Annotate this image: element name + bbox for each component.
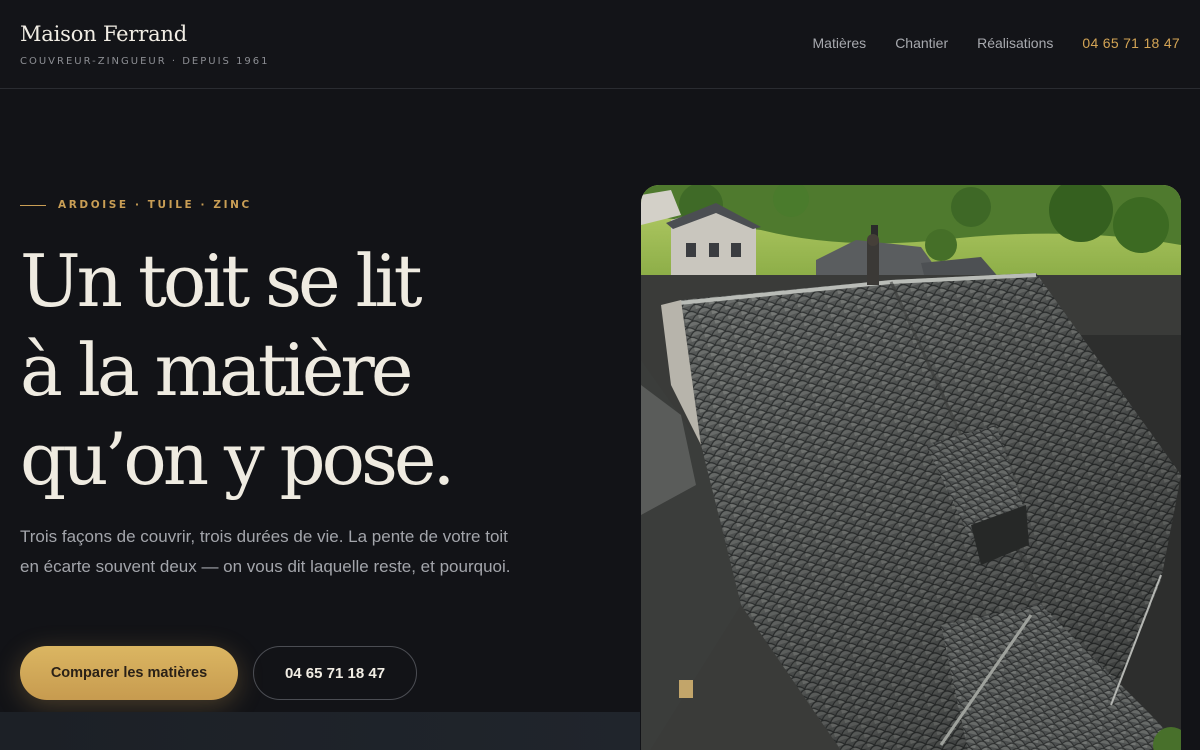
brand[interactable]: Maison Ferrand COUVREUR-ZINGUEUR · DEPUI… — [20, 22, 270, 67]
hero-headline: Un toit se lit à la matière qu’on y pose… — [20, 237, 620, 504]
brand-tagline: COUVREUR-ZINGUEUR · DEPUIS 1961 — [20, 56, 270, 67]
page: Maison Ferrand COUVREUR-ZINGUEUR · DEPUI… — [0, 0, 1200, 750]
hero-eyebrow: ARDOISE · TUILE · ZINC — [20, 199, 252, 211]
eyebrow-text: ARDOISE · TUILE · ZINC — [58, 199, 252, 211]
headline-line-2: à la matière — [20, 328, 413, 412]
headline-line-1: Un toit se lit — [20, 239, 423, 323]
nav-item-matieres[interactable]: Matières — [813, 35, 867, 51]
hero-lead: Trois façons de couvrir, trois durées de… — [20, 527, 511, 576]
compare-materials-button[interactable]: Comparer les matières — [20, 646, 238, 700]
brand-name[interactable]: Maison Ferrand — [20, 22, 270, 46]
nav-item-realisations[interactable]: Réalisations — [977, 35, 1053, 51]
headline-line-3: qu’on y pose. — [20, 417, 455, 501]
site-header: Maison Ferrand COUVREUR-ZINGUEUR · DEPUI… — [0, 0, 1200, 89]
nav-phone-link[interactable]: 04 65 71 18 47 — [1082, 35, 1180, 51]
call-phone-button[interactable]: 04 65 71 18 47 — [253, 646, 417, 700]
next-section-edge — [0, 712, 640, 750]
hero-roof-photo — [641, 185, 1181, 750]
main-nav: Matières Chantier Réalisations 04 65 71 … — [813, 35, 1181, 51]
eyebrow-rule — [20, 204, 46, 206]
nav-item-chantier[interactable]: Chantier — [895, 35, 948, 51]
roof-illustration — [641, 185, 1181, 750]
